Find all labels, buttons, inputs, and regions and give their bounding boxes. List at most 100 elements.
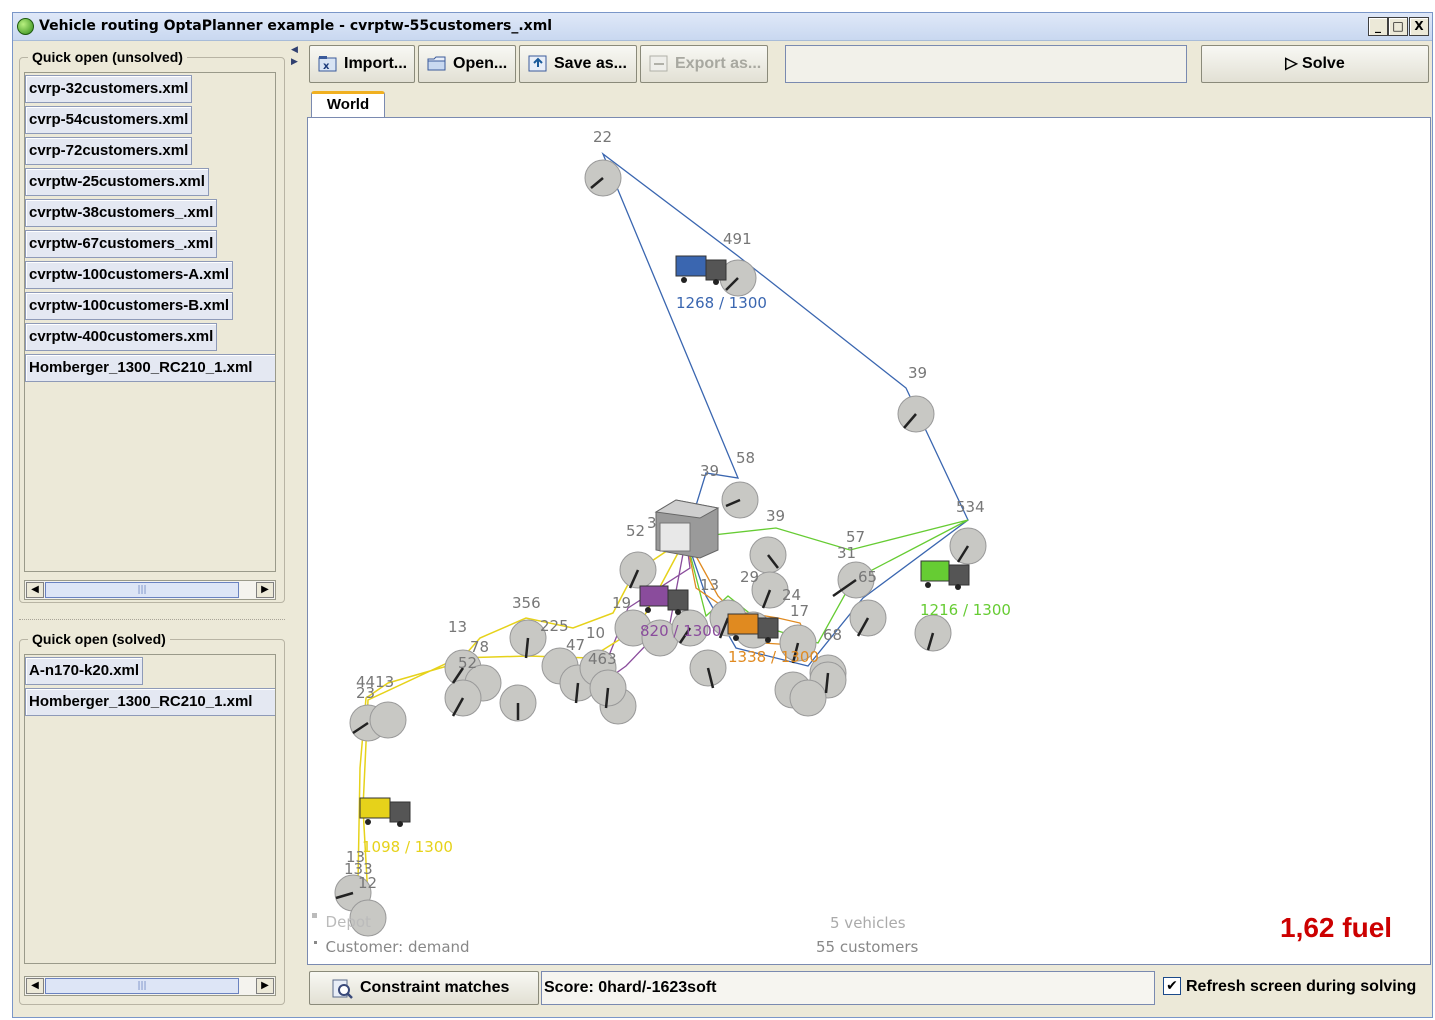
magnifier-icon	[332, 979, 353, 999]
vehicle-load-blue: 1268 / 1300	[676, 294, 767, 312]
open-button[interactable]: Open...	[418, 45, 516, 83]
customer-demand-label: 65	[858, 568, 878, 586]
app-logo-icon	[17, 18, 34, 35]
scroll-thumb[interactable]: |||	[45, 978, 239, 994]
customer-demand-label: 356	[512, 594, 541, 612]
svg-text:x: x	[323, 61, 330, 72]
panel-title: Quick open (solved)	[28, 631, 170, 647]
maximize-button[interactable]: □	[1388, 17, 1408, 36]
tab-world[interactable]: World	[311, 91, 385, 117]
legend-customer: Customer: demand	[316, 938, 470, 956]
solve-button[interactable]: ▷ Solve	[1201, 45, 1429, 83]
scroll-right-icon[interactable]: ▶	[256, 978, 274, 994]
vehicle-load-purple: 820 / 1300	[640, 622, 722, 640]
close-button[interactable]: X	[1409, 17, 1429, 36]
panel-splitter[interactable]	[19, 619, 285, 625]
customer-demand-label: 17	[790, 602, 810, 620]
vehicle-load-yellow: 1098 / 1300	[362, 838, 453, 856]
customer-demand-label: 39	[908, 364, 928, 382]
customer-demand-label: 13	[700, 576, 720, 594]
customer-demand-label: 39	[700, 462, 720, 480]
vertical-splitter[interactable]: ◀ ▶	[291, 43, 298, 1013]
refresh-checkbox[interactable]: ✔	[1163, 977, 1181, 995]
file-button[interactable]: cvrptw-67customers_.xml	[25, 230, 218, 258]
customer-demand-label: 19	[612, 594, 632, 612]
customer-demand-label: 47	[566, 636, 586, 654]
customer-demand-label: 23	[356, 684, 376, 702]
expand-right-icon[interactable]: ▶	[291, 57, 298, 67]
customer-demand-label: 534	[956, 498, 985, 516]
customer-demand-label: 12	[358, 874, 378, 892]
save-as-label: Save as...	[554, 55, 627, 72]
title-bar: Vehicle routing OptaPlanner example - cv…	[13, 13, 1432, 41]
export-icon	[649, 55, 668, 72]
customer-demand-label: 39	[766, 507, 786, 525]
window-title: Vehicle routing OptaPlanner example - cv…	[39, 18, 553, 34]
truck-icon-yellow	[359, 797, 411, 827]
customer-demand-label: 491	[723, 230, 752, 248]
customer-demand-label: 52	[458, 654, 478, 672]
open-label: Open...	[453, 55, 508, 72]
score-field: Score: 0hard/-1623soft	[541, 971, 1155, 1005]
export-as-label: Export as...	[675, 55, 762, 72]
route-map	[312, 152, 987, 944]
vehicle-load-green: 1216 / 1300	[920, 601, 1011, 619]
horizontal-scrollbar[interactable]: ◀ ||| ▶	[24, 580, 276, 600]
save-as-button[interactable]: Save as...	[519, 45, 637, 83]
file-button[interactable]: cvrp-54customers.xml	[25, 106, 193, 134]
customer-demand-label: 13	[448, 618, 468, 636]
customers-count: 55 customers	[816, 938, 919, 956]
legend-depot: Depot	[316, 913, 371, 931]
scroll-left-icon[interactable]: ◀	[26, 978, 44, 994]
customer-demand-label: 58	[736, 449, 756, 467]
customer-demand-label: 10	[586, 624, 606, 642]
legend-customer-text: Customer: demand	[325, 938, 470, 956]
panel-title: Quick open (unsolved)	[28, 49, 187, 65]
file-button[interactable]: cvrptw-100customers-A.xml	[25, 261, 234, 289]
import-icon: x	[318, 56, 337, 72]
horizontal-scrollbar[interactable]: ◀ ||| ▶	[24, 976, 276, 996]
customer-time-hands	[335, 177, 970, 900]
customer-demand-label: 463	[588, 650, 617, 668]
file-button[interactable]: cvrptw-38customers_.xml	[25, 199, 218, 227]
truck-icon-green	[920, 560, 970, 590]
app-window: Vehicle routing OptaPlanner example - cv…	[12, 12, 1433, 1018]
solving-progress-bar	[785, 45, 1187, 83]
minimize-button[interactable]: _	[1368, 17, 1388, 36]
file-button[interactable]: A-n170-k20.xml	[25, 657, 144, 685]
file-button[interactable]: cvrp-32customers.xml	[25, 75, 193, 103]
truck-icon-purple	[639, 585, 689, 615]
file-button[interactable]: Homberger_1300_RC210_1.xml	[25, 688, 275, 716]
import-button[interactable]: x Import...	[309, 45, 415, 83]
customer-demand-label: 31	[837, 544, 857, 562]
customer-demand-label: 29	[740, 568, 760, 586]
fuel-total: 1,62 fuel	[1280, 912, 1393, 943]
world-map-canvas: 22 491 39 39 58 39 52 3 57 31 65 534 356…	[307, 117, 1431, 965]
truck-icon-blue	[675, 255, 727, 285]
constraint-matches-button[interactable]: Constraint matches	[309, 971, 539, 1005]
unsolved-file-list: cvrp-32customers.xml cvrp-54customers.xm…	[24, 72, 276, 572]
refresh-label[interactable]: Refresh screen during solving	[1186, 978, 1416, 996]
customer-demand-label: 225	[540, 617, 569, 635]
collapse-left-icon[interactable]: ◀	[291, 45, 298, 55]
scroll-left-icon[interactable]: ◀	[26, 582, 44, 598]
file-button[interactable]: cvrptw-100customers-B.xml	[25, 292, 234, 320]
save-icon	[528, 55, 547, 72]
file-button[interactable]: cvrptw-25customers.xml	[25, 168, 209, 196]
folder-icon	[427, 56, 446, 71]
file-button[interactable]: cvrptw-400customers.xml	[25, 323, 218, 351]
scroll-thumb[interactable]: |||	[45, 582, 239, 598]
constraint-matches-label: Constraint matches	[360, 979, 510, 996]
file-button[interactable]: Homberger_1300_RC210_1.xml	[25, 354, 275, 382]
customer-demand-label: 3	[647, 514, 657, 532]
legend-depot-text: Depot	[325, 913, 371, 931]
customer-demand-label: 68	[823, 626, 843, 644]
quick-open-unsolved-panel: Quick open (unsolved) cvrp-32customers.x…	[19, 49, 285, 603]
vehicles-count: 5 vehicles	[830, 914, 906, 932]
customer-demand-label: 52	[626, 522, 646, 540]
quick-open-solved-panel: Quick open (solved) A-n170-k20.xml Hombe…	[19, 631, 285, 1005]
depot-icon	[654, 499, 720, 559]
scroll-right-icon[interactable]: ▶	[256, 582, 274, 598]
file-button[interactable]: cvrp-72customers.xml	[25, 137, 193, 165]
import-label: Import...	[344, 55, 408, 72]
